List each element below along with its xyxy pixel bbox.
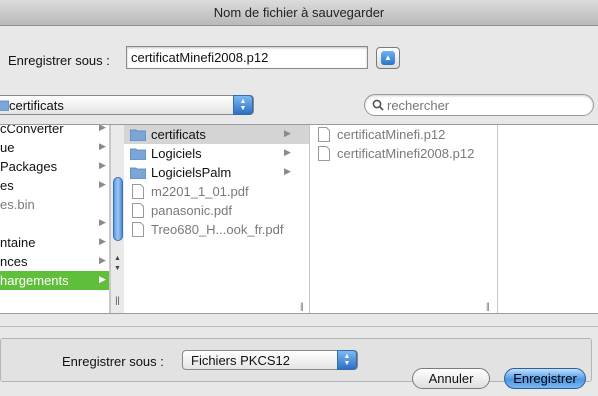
list-item[interactable]: es.bin (0, 195, 109, 214)
list-item[interactable]: Treo680_H...ook_fr.pdf (124, 220, 309, 239)
folder-icon (130, 129, 146, 141)
column-resize-handle[interactable]: || (300, 301, 304, 311)
browser-column-3[interactable]: certificatMinefi.p12 certificatMinefi200… (310, 125, 498, 313)
list-item[interactable]: Logiciels ▶ (124, 144, 309, 163)
column-resize-handle[interactable]: || (486, 301, 490, 311)
scrollbar-thumb[interactable] (113, 177, 123, 241)
list-item[interactable]: panasonic.pdf (124, 201, 309, 220)
save-button[interactable]: Enregistrer (504, 368, 586, 389)
window-title: Nom de fichier à sauvegarder (213, 5, 385, 20)
list-item[interactable]: m2201_1_01.pdf (124, 182, 309, 201)
location-popup[interactable]: certificats ▲ ▼ (0, 95, 254, 115)
format-label: Enregistrer sous : (62, 354, 164, 369)
column-browser[interactable]: cConverter ▶ ue ▶ Packages ▶ es ▶ es.bin ▶ n… (0, 124, 598, 314)
list-item-selected[interactable]: hargements ▶ (0, 271, 109, 290)
browser-column-4[interactable] (498, 125, 598, 313)
list-item[interactable]: cConverter ▶ (0, 125, 109, 138)
list-item[interactable]: Packages ▶ (0, 157, 109, 176)
search-placeholder: rechercher (387, 98, 450, 113)
list-item[interactable]: certificatMinefi.p12 (310, 125, 497, 144)
document-icon (318, 127, 330, 142)
browser-column-2[interactable]: certificats ▶ Logiciels ▶ LogicielsPalm ▶ m… (124, 125, 310, 313)
save-as-label: Enregistrer sous : (8, 53, 110, 68)
list-item[interactable]: ▶ (0, 214, 109, 233)
folder-icon (0, 100, 9, 111)
popup-arrows-icon: ▲ ▼ (337, 350, 357, 370)
column-1-scrollbar[interactable]: ▲ ▼ || (110, 125, 124, 313)
browser-column-1[interactable]: cConverter ▶ ue ▶ Packages ▶ es ▶ es.bin ▶ n… (0, 125, 110, 313)
expand-dialog-button[interactable]: ▲ (376, 47, 400, 69)
filename-input[interactable]: certificatMinefi2008.p12 (126, 46, 368, 69)
folder-icon (130, 148, 146, 160)
list-item[interactable]: certificatMinefi2008.p12 (310, 144, 497, 163)
document-icon (318, 146, 330, 161)
cancel-button[interactable]: Annuler (412, 368, 490, 389)
title-bar: Nom de fichier à sauvegarder (0, 0, 598, 26)
list-item[interactable]: es ▶ (0, 176, 109, 195)
divider (0, 326, 598, 327)
column-resize-handle[interactable]: || (111, 295, 124, 305)
list-item-selected[interactable]: certificats ▶ (124, 125, 309, 144)
list-item[interactable]: ue ▶ (0, 138, 109, 157)
list-item[interactable]: LogicielsPalm ▶ (124, 163, 309, 182)
scroll-up-icon[interactable]: ▲ (111, 255, 124, 262)
list-item[interactable]: nces ▶ (0, 252, 109, 271)
format-popup-label: Fichiers PKCS12 (191, 353, 290, 368)
format-popup[interactable]: Fichiers PKCS12 ▲ ▼ (182, 350, 358, 370)
search-field[interactable]: rechercher (364, 94, 594, 116)
search-icon (372, 99, 384, 111)
scroll-down-icon[interactable]: ▼ (111, 265, 124, 272)
location-label: certificats (9, 98, 64, 113)
document-icon (132, 222, 144, 237)
chevron-up-icon: ▲ (381, 51, 395, 65)
document-icon (132, 203, 144, 218)
save-panel: Enregistrer sous : certificatMinefi2008.… (0, 26, 598, 396)
list-item[interactable]: ntaine ▶ (0, 233, 109, 252)
document-icon (132, 184, 144, 199)
popup-arrows-icon: ▲ ▼ (233, 95, 253, 115)
folder-icon (130, 167, 146, 179)
